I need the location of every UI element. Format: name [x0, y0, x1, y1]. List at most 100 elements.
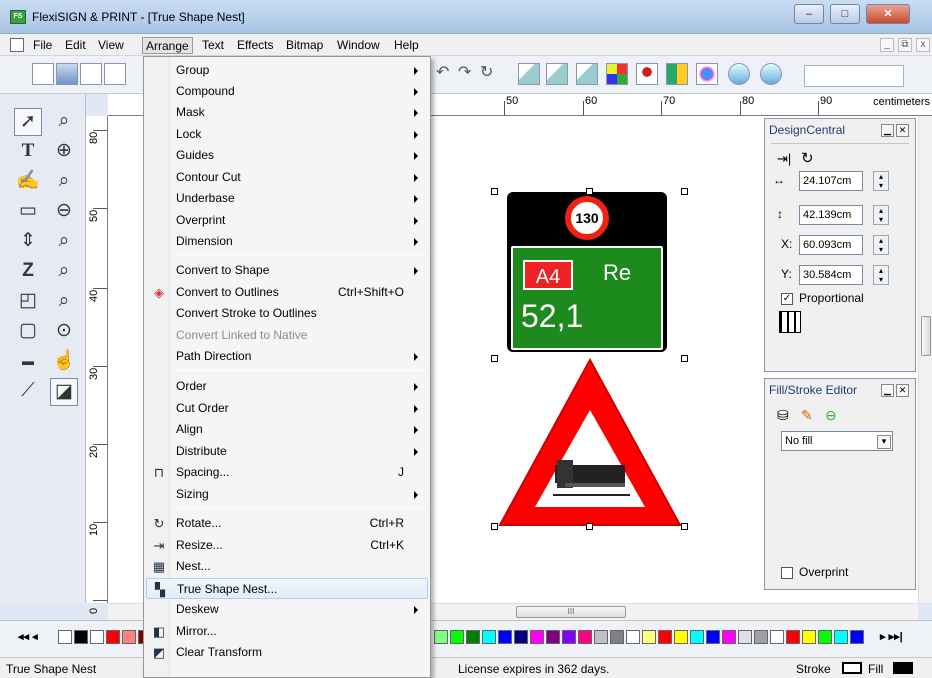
fill-stroke-tool-icon[interactable]: ◪ — [50, 378, 78, 406]
color-swatch[interactable] — [754, 630, 768, 644]
panel-minimize-icon[interactable]: ▁ — [881, 384, 894, 397]
color-palette-icon[interactable] — [606, 63, 628, 85]
color-swatch[interactable] — [738, 630, 752, 644]
color-swatch[interactable] — [498, 630, 512, 644]
color-swatch[interactable] — [722, 630, 736, 644]
frame-tool-icon[interactable]: ▢ — [14, 318, 42, 346]
menu-item-sizing[interactable]: Sizing — [146, 484, 428, 505]
maximize-button[interactable]: □ — [830, 4, 860, 24]
horizontal-scroll-thumb[interactable]: III — [516, 606, 626, 618]
menu-edit[interactable]: Edit — [62, 37, 89, 54]
menu-item-distribute[interactable]: Distribute — [146, 441, 428, 462]
panel-close-icon[interactable]: ✕ — [896, 384, 909, 397]
color-swatch[interactable] — [58, 630, 72, 644]
color-swatch[interactable] — [642, 630, 656, 644]
menu-item-path-direction[interactable]: Path Direction — [146, 346, 428, 367]
color-swatch[interactable] — [482, 630, 496, 644]
knife-tool-icon[interactable]: ⇕ — [14, 228, 42, 256]
menu-item-clear-transform[interactable]: ◩ Clear Transform — [146, 642, 428, 663]
menu-item-convert-to-shape[interactable]: Convert to Shape — [146, 260, 428, 281]
undo-icon[interactable]: ↶ — [436, 63, 458, 85]
fill-bucket-icon[interactable]: ⛁ — [777, 407, 789, 424]
document-icon[interactable] — [10, 38, 24, 52]
menu-item-true-shape-nest[interactable]: ▚ True Shape Nest... — [146, 578, 428, 599]
color-swatch[interactable] — [74, 630, 88, 644]
preview-icon[interactable] — [728, 63, 750, 85]
menu-item-resize[interactable]: ⇥ Resize... Ctrl+K — [146, 535, 428, 556]
color-swatch[interactable] — [834, 630, 848, 644]
color-swatch[interactable] — [514, 630, 528, 644]
menu-bitmap[interactable]: Bitmap — [283, 37, 326, 54]
panel-close-icon[interactable]: ✕ — [896, 124, 909, 137]
menu-item-nest[interactable]: ▦ Nest... — [146, 556, 428, 577]
print-icon[interactable] — [104, 63, 126, 85]
measure-tool-icon[interactable]: ▬ — [14, 348, 42, 376]
menu-view[interactable]: View — [95, 37, 127, 54]
anchor-grid-icon[interactable] — [779, 311, 801, 333]
color-wheel-icon[interactable] — [696, 63, 718, 85]
menu-item-rotate[interactable]: ↻ Rotate... Ctrl+R — [146, 513, 428, 534]
zoom-fit-icon[interactable]: ⌕ — [50, 228, 78, 256]
color-swatch[interactable] — [658, 630, 672, 644]
color-swatch[interactable] — [578, 630, 592, 644]
color-swatch[interactable] — [818, 630, 832, 644]
cloud-upload-icon[interactable] — [760, 63, 782, 85]
menu-item-cut-order[interactable]: Cut Order — [146, 398, 428, 419]
repeat-icon[interactable]: ↻ — [480, 63, 502, 85]
color-swatch[interactable] — [434, 630, 448, 644]
text-tool-icon[interactable]: T — [14, 138, 42, 166]
close-button[interactable]: ✕ — [866, 4, 910, 24]
pencil-icon[interactable]: ✎ — [801, 407, 813, 424]
stroke-icon[interactable]: ⊖ — [825, 407, 837, 424]
menu-item-spacing[interactable]: ⊓ Spacing... J — [146, 462, 428, 483]
color-swatch[interactable] — [530, 630, 544, 644]
nest-toolbar-icon[interactable] — [576, 63, 598, 85]
distort-tool-icon[interactable]: Z — [14, 258, 42, 286]
resize-tab-icon[interactable]: ⇥| — [777, 151, 791, 167]
menu-item-align[interactable]: Align — [146, 419, 428, 440]
swatch-icon[interactable] — [666, 63, 688, 85]
y-field[interactable]: 30.584cm — [799, 265, 863, 285]
warning-triangle-sign[interactable] — [495, 355, 685, 530]
menu-item-convert-linked-to-native[interactable]: Convert Linked to Native — [146, 325, 428, 346]
color-swatch[interactable] — [466, 630, 480, 644]
palette-prev-icon[interactable]: ◂◂ ◂ — [18, 630, 38, 643]
color-swatch[interactable] — [770, 630, 784, 644]
rotate-tab-icon[interactable]: ↻ — [801, 149, 814, 167]
width-spinner[interactable]: ▴ ▾ — [873, 171, 889, 191]
color-swatch[interactable] — [706, 630, 720, 644]
menu-item-underbase[interactable]: Underbase — [146, 188, 428, 209]
shape-tool-icon[interactable]: ✍ — [14, 168, 42, 196]
menu-item-convert-to-outlines[interactable]: ◈ Convert to Outlines Ctrl+Shift+O — [146, 282, 428, 303]
color-swatch[interactable] — [786, 630, 800, 644]
color-swatch[interactable] — [610, 630, 624, 644]
chevron-down-icon[interactable]: ▾ — [877, 435, 891, 449]
zoom-out-icon[interactable]: ⊖ — [50, 198, 78, 226]
menu-item-deskew[interactable]: Deskew — [146, 599, 428, 620]
vertical-scroll-thumb[interactable] — [921, 316, 931, 356]
palette-next-icon[interactable]: ▸ ▸▸| — [880, 630, 903, 643]
zoom-box-icon[interactable]: ⌕ — [50, 108, 78, 136]
height-spinner[interactable]: ▴ ▾ — [873, 205, 889, 225]
rectangle-tool-icon[interactable]: ▭ — [14, 198, 42, 226]
open-document-icon[interactable] — [56, 63, 78, 85]
height-field[interactable]: 42.139cm — [799, 205, 863, 225]
menu-window[interactable]: Window — [334, 37, 383, 54]
y-spinner[interactable]: ▴ ▾ — [873, 265, 889, 285]
artwork-selection[interactable]: 130 A4 Re 52,1 — [491, 188, 688, 530]
menu-item-compound[interactable]: Compound — [146, 81, 428, 102]
select-tool-icon[interactable]: ➚ — [14, 108, 42, 136]
color-swatch[interactable] — [802, 630, 816, 644]
fill-swatch[interactable] — [893, 662, 913, 674]
mdi-minimize-button[interactable]: _ — [880, 38, 894, 52]
menu-help[interactable]: Help — [391, 37, 422, 54]
menu-item-lock[interactable]: Lock — [146, 124, 428, 145]
new-document-icon[interactable] — [32, 63, 54, 85]
eyedropper-tool-icon[interactable]: ⟋ — [14, 378, 42, 406]
pan-tool-icon[interactable]: ☝ — [50, 348, 78, 376]
mdi-close-button[interactable]: x — [916, 38, 930, 52]
menu-effects[interactable]: Effects — [234, 37, 276, 54]
color-swatch[interactable] — [690, 630, 704, 644]
vertical-scrollbar[interactable] — [918, 116, 932, 603]
menu-item-guides[interactable]: Guides — [146, 145, 428, 166]
